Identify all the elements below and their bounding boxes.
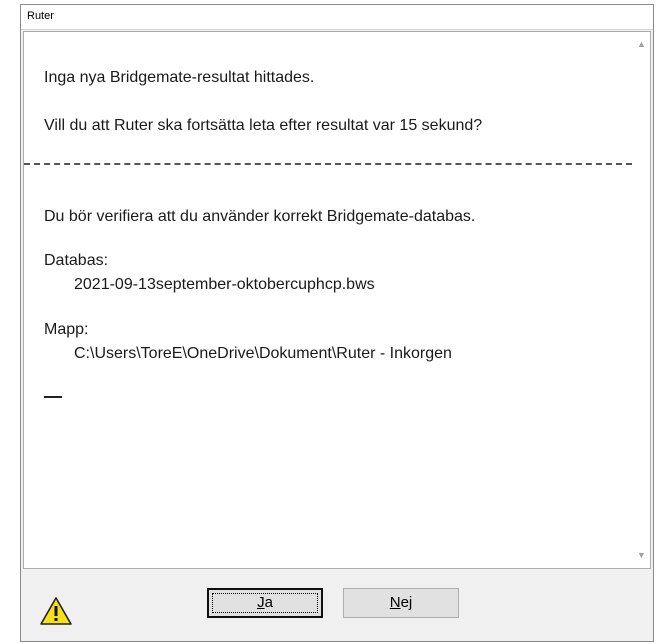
no-button[interactable]: Nej	[343, 588, 459, 618]
message-line-no-results: Inga nya Bridgemate-resultat hittades.	[44, 69, 315, 86]
text-cursor	[44, 396, 62, 398]
folder-value: C:\Users\ToreE\OneDrive\Dokument\Ruter -…	[74, 345, 452, 362]
scroll-down-arrow-icon[interactable]: ▼	[633, 547, 650, 564]
window-title: Ruter	[27, 10, 54, 22]
database-value: 2021-09-13september-oktobercuphcp.bws	[74, 276, 375, 293]
folder-label: Mapp:	[44, 321, 89, 338]
no-mnemonic: N	[389, 594, 401, 611]
title-bar[interactable]: Ruter	[21, 5, 653, 30]
no-label-rest: ej	[400, 594, 413, 611]
message-line-continue-question: Vill du att Ruter ska fortsätta leta eft…	[44, 117, 483, 134]
dialog-footer: Ja Nej	[21, 571, 653, 641]
vertical-scrollbar[interactable]: ▲ ▼	[633, 32, 650, 568]
message-text-area[interactable]: Inga nya Bridgemate-resultat hittades. V…	[23, 31, 651, 569]
message-dialog: Ruter Inga nya Bridgemate-resultat hitta…	[20, 4, 654, 642]
scroll-up-arrow-icon[interactable]: ▲	[633, 36, 650, 53]
database-label: Databas:	[44, 252, 109, 269]
focus-rectangle	[212, 593, 318, 613]
yes-button[interactable]: Ja	[207, 588, 323, 618]
dashed-divider	[24, 163, 632, 165]
warning-icon	[40, 597, 72, 625]
message-line-verify-database: Du bör verifiera att du använder korrekt…	[44, 208, 476, 225]
